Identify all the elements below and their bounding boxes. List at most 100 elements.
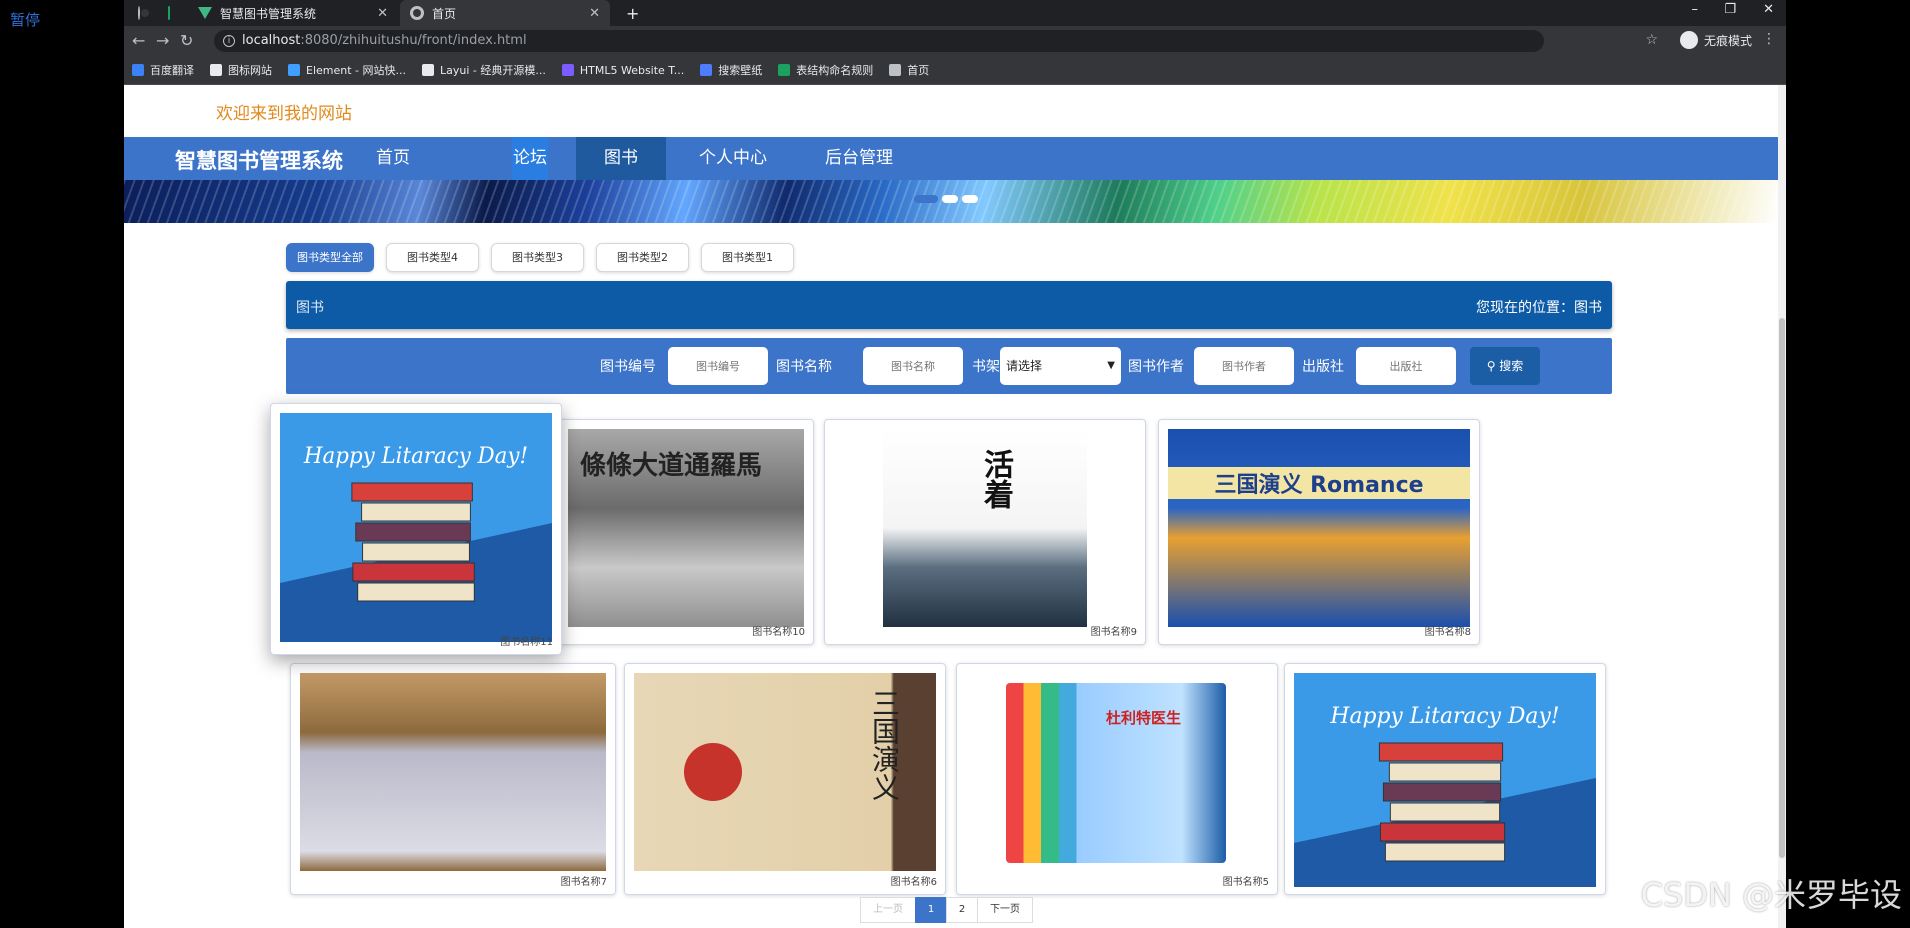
incognito-label: 无痕模式 xyxy=(1703,33,1752,48)
tab-bar: 智慧图书管理系统 ✕ 首页 ✕ + – ❐ ✕ xyxy=(124,0,1786,26)
close-window-icon[interactable]: ✕ xyxy=(1763,2,1774,17)
close-tab-icon[interactable]: ✕ xyxy=(589,6,600,21)
book-card[interactable]: 條條大道通羅馬 图书名称10 xyxy=(558,419,814,645)
carousel-dot[interactable] xyxy=(914,195,938,203)
book-type-button[interactable]: 图书类型3 xyxy=(491,243,584,272)
address-bar: ← → ↻ i localhost:8080/zhihuitushu/front… xyxy=(124,26,1786,56)
app-icon xyxy=(168,6,170,20)
book-stack-image: Happy Litaracy Day! xyxy=(280,413,552,642)
shelf-select[interactable]: 请选择 ▼ xyxy=(1000,347,1121,385)
globe-icon xyxy=(138,6,149,20)
minimize-icon[interactable]: – xyxy=(1692,2,1699,17)
search-button[interactable]: ⚲ 搜索 xyxy=(1470,347,1540,385)
book-card[interactable]: 活着 图书名称9 xyxy=(824,419,1146,645)
bookmark-label: 首页 xyxy=(907,64,930,77)
incognito-indicator[interactable]: 无痕模式 xyxy=(1679,31,1752,49)
close-tab-icon[interactable]: ✕ xyxy=(377,6,388,21)
tab-admin[interactable]: 智慧图书管理系统 ✕ xyxy=(188,0,398,26)
author-input[interactable] xyxy=(1194,347,1294,385)
watermark-text: CSDN @米罗毕设 xyxy=(1640,876,1902,914)
book-id-input[interactable] xyxy=(668,347,768,385)
nav-admin[interactable]: 后台管理 xyxy=(814,137,904,180)
book-card[interactable]: 三国演义 图书名称6 xyxy=(624,663,946,895)
book-card[interactable]: Happy Litaracy Day! xyxy=(1284,663,1606,895)
book-name: 图书名称5 xyxy=(1222,877,1269,888)
welcome-text: 欢迎来到我的网站 xyxy=(216,104,352,124)
book-name: 图书名称6 xyxy=(890,877,937,888)
section-title: 图书 xyxy=(296,300,324,316)
book-card[interactable]: Happy Litaracy Day! 图书名称11 xyxy=(270,403,562,655)
nav-forum[interactable]: 论坛 xyxy=(512,137,548,180)
site-navbar: 智慧图书管理系统 首页 论坛 图书 个人中心 后台管理 xyxy=(124,137,1778,180)
nav-books[interactable]: 图书 xyxy=(576,137,666,180)
cover-text: Happy Litaracy Day! xyxy=(1329,704,1559,729)
cover-text: Happy Litaracy Day! xyxy=(303,444,528,469)
book-type-button[interactable]: 图书类型4 xyxy=(386,243,479,272)
carousel-dot[interactable] xyxy=(942,195,958,203)
search-button-label: 搜索 xyxy=(1499,359,1524,373)
tab-home[interactable]: 首页 ✕ xyxy=(400,0,610,26)
incognito-icon xyxy=(1679,31,1698,49)
book-type-filter: 图书类型全部 图书类型4 图书类型3 图书类型2 图书类型1 xyxy=(286,243,794,272)
bookmark-star-icon[interactable]: ☆ xyxy=(1645,32,1658,48)
bookmark-label: 表结构命名规则 xyxy=(796,64,874,77)
new-tab-button[interactable]: + xyxy=(616,0,646,26)
bookmark-label: 百度翻译 xyxy=(150,64,194,77)
book-card[interactable]: 三国演义 Romance 图书名称8 xyxy=(1158,419,1480,645)
bookmark-item[interactable]: Layui - 经典开源模... xyxy=(422,62,546,78)
vue-icon xyxy=(198,7,212,19)
bookmarks-bar: 百度翻译 图标网站 Element - 网站快... Layui - 经典开源模...… xyxy=(124,56,1786,85)
page-scrollbar[interactable] xyxy=(1778,85,1786,928)
book-type-button[interactable]: 图书类型2 xyxy=(596,243,689,272)
carousel-dots xyxy=(914,195,978,203)
nav-home[interactable]: 首页 xyxy=(356,137,430,180)
tab-pinned-2[interactable] xyxy=(158,0,188,26)
bookmark-item[interactable]: HTML5 Website T... xyxy=(561,64,684,77)
page-2-button[interactable]: 2 xyxy=(946,897,978,923)
tab-pinned-1[interactable] xyxy=(128,0,158,26)
carousel-dot[interactable] xyxy=(962,195,978,203)
prev-page-button[interactable]: 上一页 xyxy=(860,897,916,923)
globe-icon xyxy=(410,6,424,20)
book-type-button[interactable]: 图书类型全部 xyxy=(286,243,374,272)
pause-label[interactable]: 暂停 xyxy=(10,9,40,30)
book-stack-image: Happy Litaracy Day! xyxy=(1294,673,1596,887)
scrollbar-thumb[interactable] xyxy=(1779,318,1785,858)
forward-icon[interactable]: → xyxy=(156,31,169,50)
label-book-id: 图书编号 xyxy=(600,359,656,375)
bookmark-item[interactable]: 百度翻译 xyxy=(132,62,194,78)
bookmark-item[interactable]: 图标网站 xyxy=(210,62,272,78)
screen: 暂停 智慧图书管理系统 ✕ 首页 ✕ + – ❐ ✕ ← → ↻ i local… xyxy=(0,0,1910,928)
book-name: 图书名称10 xyxy=(752,627,805,638)
back-icon[interactable]: ← xyxy=(132,31,145,50)
info-icon[interactable]: i xyxy=(223,35,235,47)
nav-profile[interactable]: 个人中心 xyxy=(688,137,778,180)
publisher-input[interactable] xyxy=(1356,347,1456,385)
reload-icon[interactable]: ↻ xyxy=(180,31,193,50)
menu-icon[interactable]: ⋮ xyxy=(1762,31,1776,47)
site-brand[interactable]: 智慧图书管理系统 xyxy=(175,145,343,175)
restore-icon[interactable]: ❐ xyxy=(1724,2,1736,17)
book-card[interactable]: 图书名称7 xyxy=(290,663,616,895)
book-name: 图书名称11 xyxy=(500,637,553,648)
book-cover: Happy Litaracy Day! xyxy=(1294,673,1596,887)
bookmark-label: 图标网站 xyxy=(228,64,272,77)
book-cover: 條條大道通羅馬 xyxy=(568,429,804,627)
bookmark-item[interactable]: Element - 网站快... xyxy=(288,62,406,78)
book-cover: 活着 xyxy=(883,429,1087,627)
url-host: localhost xyxy=(242,33,301,48)
label-shelf: 书架 xyxy=(972,359,1000,375)
bookmark-icon xyxy=(210,64,222,76)
url-field[interactable]: i localhost:8080/zhihuitushu/front/index… xyxy=(214,30,1544,52)
book-type-button[interactable]: 图书类型1 xyxy=(701,243,794,272)
bookmark-item[interactable]: 搜索壁纸 xyxy=(700,62,762,78)
page-1-button[interactable]: 1 xyxy=(915,897,947,923)
bookmark-item[interactable]: 首页 xyxy=(889,62,929,78)
bookmark-item[interactable]: 表结构命名规则 xyxy=(778,62,873,78)
bookmark-label: 搜索壁纸 xyxy=(718,64,763,77)
book-card[interactable]: 杜利特医生 图书名称5 xyxy=(956,663,1278,895)
pagination: 上一页 1 2 下一页 xyxy=(860,897,1033,923)
book-name-input[interactable] xyxy=(863,347,963,385)
next-page-button[interactable]: 下一页 xyxy=(977,897,1033,923)
bookmark-icon xyxy=(778,64,791,76)
